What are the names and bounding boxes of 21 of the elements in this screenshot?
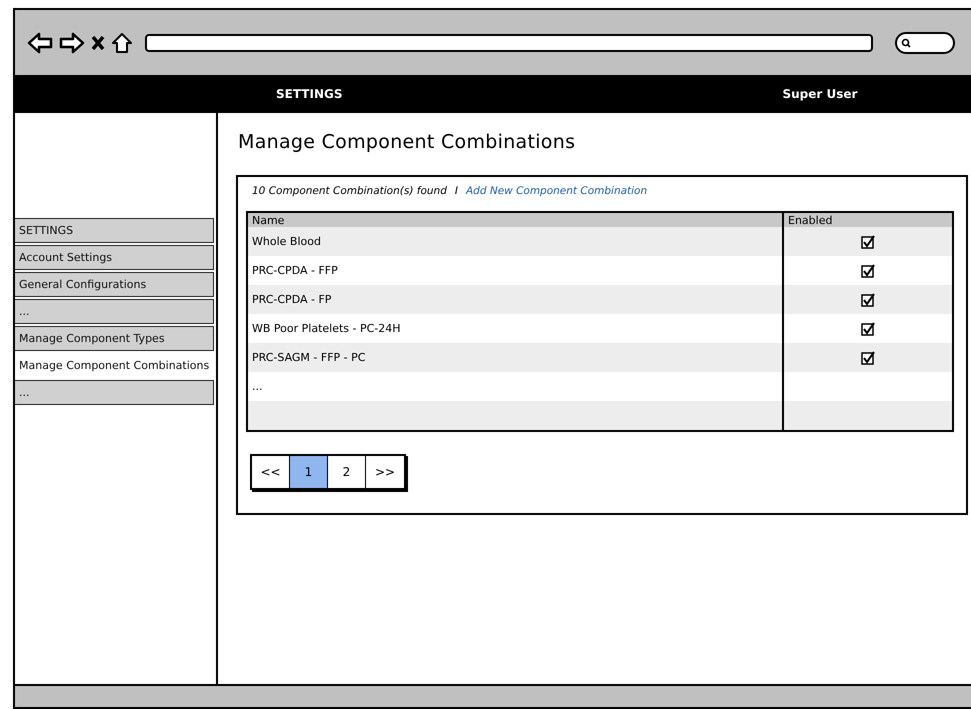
result-count: 10 Component Combination(s) found bbox=[252, 185, 447, 197]
column-header: Enabled bbox=[783, 212, 953, 227]
column-header: Name bbox=[247, 212, 783, 227]
page-title: Manage Component Combinations bbox=[238, 131, 576, 153]
sidebar-item[interactable]: Manage Component Types bbox=[15, 326, 214, 351]
table-cell: PRC-CPDA - FP bbox=[252, 293, 332, 306]
separator: I bbox=[454, 185, 458, 197]
table-cell: WB Poor Platelets - PC-24H bbox=[252, 322, 401, 335]
table-cell: Whole Blood bbox=[252, 235, 321, 248]
sidebar-item[interactable]: Account Settings bbox=[15, 245, 214, 270]
table-cell: PRC-SAGM - FFP - PC bbox=[252, 351, 366, 364]
table-cell: ... bbox=[252, 380, 262, 393]
sidebar-item[interactable]: General Configurations bbox=[15, 272, 214, 297]
table-cell: PRC-CPDA - FFP bbox=[252, 264, 338, 277]
sidebar-item[interactable]: SETTINGS bbox=[15, 218, 214, 243]
nav-title: SETTINGS bbox=[276, 87, 342, 101]
sidebar-item[interactable]: ... bbox=[15, 299, 214, 324]
add-link[interactable]: Add New Component Combination bbox=[466, 185, 648, 197]
user-name[interactable]: Super User bbox=[782, 87, 858, 101]
sidebar-item[interactable]: ... bbox=[15, 380, 214, 405]
page-button[interactable]: 1 bbox=[290, 456, 328, 488]
